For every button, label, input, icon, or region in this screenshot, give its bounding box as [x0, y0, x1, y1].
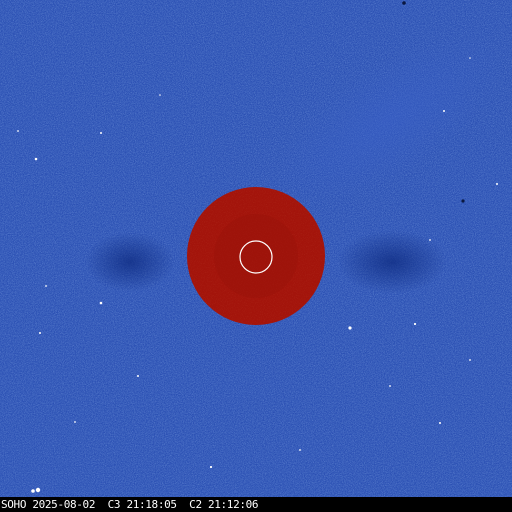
dark-speck	[402, 1, 406, 5]
dark-speck	[461, 199, 465, 203]
star	[209, 465, 213, 469]
star	[159, 94, 161, 96]
coronagraph-image	[0, 0, 512, 497]
caption-bar: SOHO 2025-08-02 C3 21:18:05 C2 21:12:06	[0, 497, 512, 512]
star	[74, 421, 76, 423]
star	[45, 285, 47, 287]
star	[429, 239, 431, 241]
caption-text: SOHO 2025-08-02 C3 21:18:05 C2 21:12:06	[1, 498, 259, 511]
star	[100, 132, 102, 134]
star	[413, 322, 417, 326]
star	[299, 449, 301, 451]
star	[496, 183, 498, 185]
dark-lobe-left	[85, 232, 175, 292]
star	[389, 385, 391, 387]
star	[34, 157, 38, 161]
star	[469, 57, 471, 59]
star	[31, 489, 35, 493]
star	[348, 326, 352, 330]
coronagraph-frame: SOHO 2025-08-02 C3 21:18:05 C2 21:12:06	[0, 0, 512, 512]
star	[469, 359, 471, 361]
star	[17, 130, 19, 132]
star	[35, 487, 41, 493]
star	[137, 375, 139, 377]
star	[443, 110, 445, 112]
star	[99, 301, 103, 305]
star	[439, 422, 441, 424]
coronagraph-svg	[0, 0, 512, 497]
star	[39, 332, 41, 334]
occulter-inner-disk	[214, 214, 298, 298]
